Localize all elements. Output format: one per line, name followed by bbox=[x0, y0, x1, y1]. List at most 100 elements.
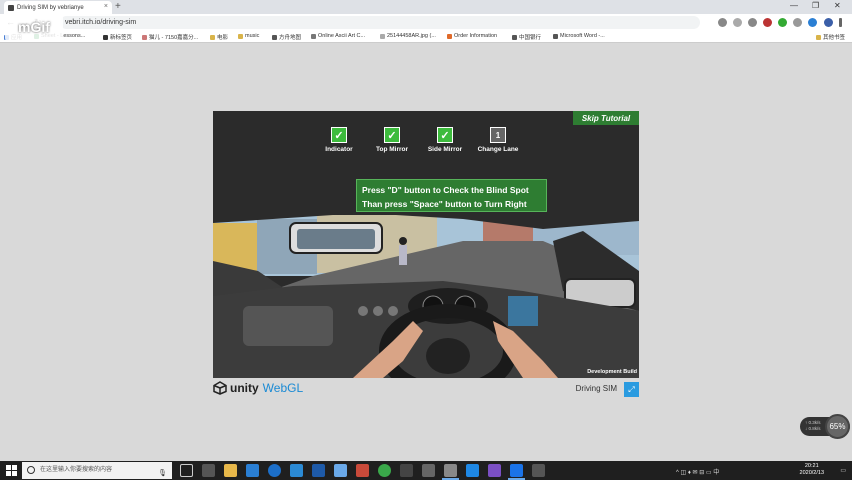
extension-green-icon[interactable] bbox=[778, 18, 787, 27]
microphone-icon[interactable]: 🎙 bbox=[158, 465, 167, 480]
maximize-button[interactable]: ❐ bbox=[812, 1, 819, 10]
clock-date: 2020/2/13 bbox=[799, 470, 824, 476]
app-icon[interactable] bbox=[356, 464, 369, 477]
pending-step-icon: 1 bbox=[490, 127, 506, 143]
address-bar[interactable]: vebri.itch.io/driving-sim bbox=[60, 16, 700, 29]
minimize-button[interactable]: — bbox=[790, 1, 798, 10]
bookmark-star-icon[interactable] bbox=[733, 18, 742, 27]
game-canvas[interactable]: Skip Tutorial ✓ Indicator ✓ Top Mirror ✓… bbox=[213, 111, 639, 378]
checkmark-icon: ✓ bbox=[437, 127, 453, 143]
translate-icon[interactable] bbox=[718, 18, 727, 27]
webgl-label: WebGL bbox=[262, 381, 304, 395]
calculator-icon[interactable] bbox=[202, 464, 215, 477]
bookmark-music[interactable]: music bbox=[238, 33, 259, 39]
app-icon[interactable] bbox=[312, 464, 325, 477]
skip-tutorial-button[interactable]: Skip Tutorial bbox=[573, 111, 639, 125]
extension-badge-icon[interactable] bbox=[763, 18, 772, 27]
system-tray-icons[interactable]: ^ ◫ ♦ ✉ ⊟ ▭ 中 bbox=[676, 467, 719, 476]
taskbar-search-input[interactable]: 在这里输入你要搜索的内容 🎙 bbox=[22, 462, 172, 479]
chrome-icon[interactable] bbox=[508, 464, 525, 480]
bookmark-jpg[interactable]: 25144458AR.jpg (... bbox=[380, 33, 436, 39]
bookmark-order-info[interactable]: Order Information bbox=[447, 33, 497, 39]
step-label: Change Lane bbox=[477, 146, 519, 153]
notification-icon[interactable]: ▭ bbox=[840, 467, 846, 474]
pedestrian-body bbox=[399, 245, 407, 265]
bookmark-movies[interactable]: 电影 bbox=[210, 33, 228, 41]
unity-hub-icon[interactable] bbox=[422, 464, 435, 477]
profile-avatar[interactable] bbox=[824, 18, 833, 27]
visual-studio-icon[interactable] bbox=[488, 464, 501, 477]
close-window-button[interactable]: ✕ bbox=[834, 1, 841, 10]
download-rate: ↓ 0.8k/s bbox=[805, 426, 821, 431]
bookmark-word[interactable]: Microsoft Word -... bbox=[553, 33, 605, 39]
site-favicon-icon bbox=[8, 4, 14, 11]
memory-percent-badge: 65% bbox=[825, 414, 850, 439]
order-icon bbox=[447, 33, 452, 39]
folder-icon bbox=[816, 34, 821, 40]
bookmark-boc[interactable]: 中国银行 bbox=[512, 33, 541, 41]
file-explorer-icon[interactable] bbox=[224, 464, 237, 477]
mirror-reflection bbox=[297, 229, 375, 249]
image-icon bbox=[380, 33, 385, 39]
app-icon[interactable] bbox=[290, 464, 303, 477]
tab-title: Driving SIM by vebrianye bbox=[17, 4, 84, 11]
app-icon[interactable] bbox=[334, 464, 347, 477]
game-title: Driving SIM bbox=[575, 384, 617, 393]
center-console bbox=[243, 306, 333, 346]
newtab-icon bbox=[103, 34, 108, 40]
bookmark-other[interactable]: 其他书签 bbox=[816, 33, 845, 41]
instruction-banner: Press "D" button to Check the Blind Spot… bbox=[356, 179, 547, 212]
steering-hub bbox=[426, 338, 470, 374]
step-label: Side Mirror bbox=[427, 146, 463, 153]
instruction-line-1: Press "D" button to Check the Blind Spot bbox=[362, 185, 529, 195]
app-icon[interactable] bbox=[532, 464, 545, 477]
app-icon[interactable] bbox=[400, 464, 413, 477]
unity-editor-icon[interactable] bbox=[442, 464, 459, 480]
cat-icon bbox=[142, 34, 147, 40]
vent-knob bbox=[388, 306, 398, 316]
bookmark-ark-map[interactable]: 方舟地图 bbox=[272, 33, 301, 41]
unity-brand: unity bbox=[230, 381, 259, 395]
menu-icon[interactable] bbox=[839, 18, 842, 27]
tab-close-icon[interactable]: × bbox=[104, 3, 108, 10]
app-icon[interactable] bbox=[466, 464, 479, 477]
taskbar: 在这里输入你要搜索的内容 🎙 ^ ◫ ♦ ✉ ⊟ ▭ 中 20:21 2020/… bbox=[0, 461, 852, 480]
unity-webgl-logo: unity WebGL bbox=[213, 381, 303, 395]
extension-icon[interactable] bbox=[748, 18, 757, 27]
step-change-lane: 1 Change Lane bbox=[470, 127, 526, 153]
step-indicator: ✓ Indicator bbox=[311, 127, 367, 153]
folder-icon bbox=[210, 34, 215, 40]
extension-gray-icon[interactable] bbox=[793, 18, 802, 27]
globe-icon bbox=[272, 34, 277, 40]
bank-icon bbox=[512, 34, 517, 40]
fullscreen-button[interactable]: ⤢ bbox=[624, 382, 639, 397]
unity-footer: unity WebGL Driving SIM ⤢ bbox=[213, 378, 639, 400]
step-label: Indicator bbox=[325, 146, 353, 153]
watermark-logo: mGif bbox=[5, 12, 63, 42]
step-label: Top Mirror bbox=[375, 146, 408, 153]
search-icon bbox=[27, 466, 35, 474]
development-build-label: Development Build bbox=[587, 369, 637, 375]
address-row: ← → ↻ vebri.itch.io/driving-sim bbox=[0, 14, 852, 31]
folder-icon bbox=[238, 33, 243, 39]
bookmark-newtab[interactable]: 新标签页 bbox=[103, 33, 132, 41]
edge-icon[interactable] bbox=[246, 464, 259, 477]
ie-icon[interactable] bbox=[268, 464, 281, 477]
windows-start-icon[interactable] bbox=[6, 465, 17, 476]
bookmark-cat[interactable]: 猫儿 - 7150嘉嘉分... bbox=[142, 33, 198, 41]
task-view-icon[interactable] bbox=[180, 464, 193, 477]
clock-time: 20:21 bbox=[804, 463, 819, 469]
extension-blue-icon[interactable] bbox=[808, 18, 817, 27]
checkmark-icon: ✓ bbox=[331, 127, 347, 143]
unity-cube-icon bbox=[213, 381, 227, 395]
screen-glow bbox=[508, 296, 538, 326]
search-placeholder: 在这里输入你要搜索的内容 bbox=[40, 467, 113, 473]
word-icon bbox=[553, 33, 558, 39]
app-icon[interactable] bbox=[378, 464, 391, 477]
taskbar-clock[interactable]: 20:21 2020/2/13 bbox=[800, 463, 824, 477]
network-speed-widget[interactable]: ↑ 0.3k/s ↓ 0.8k/s 65% bbox=[800, 414, 850, 439]
step-side-mirror: ✓ Side Mirror bbox=[417, 127, 473, 153]
new-tab-button[interactable]: + bbox=[115, 1, 121, 12]
instruction-line-2: Than press "Space" button to Turn Right bbox=[362, 199, 527, 209]
bookmark-ascii-art[interactable]: Online Ascii Art C... bbox=[311, 33, 365, 39]
